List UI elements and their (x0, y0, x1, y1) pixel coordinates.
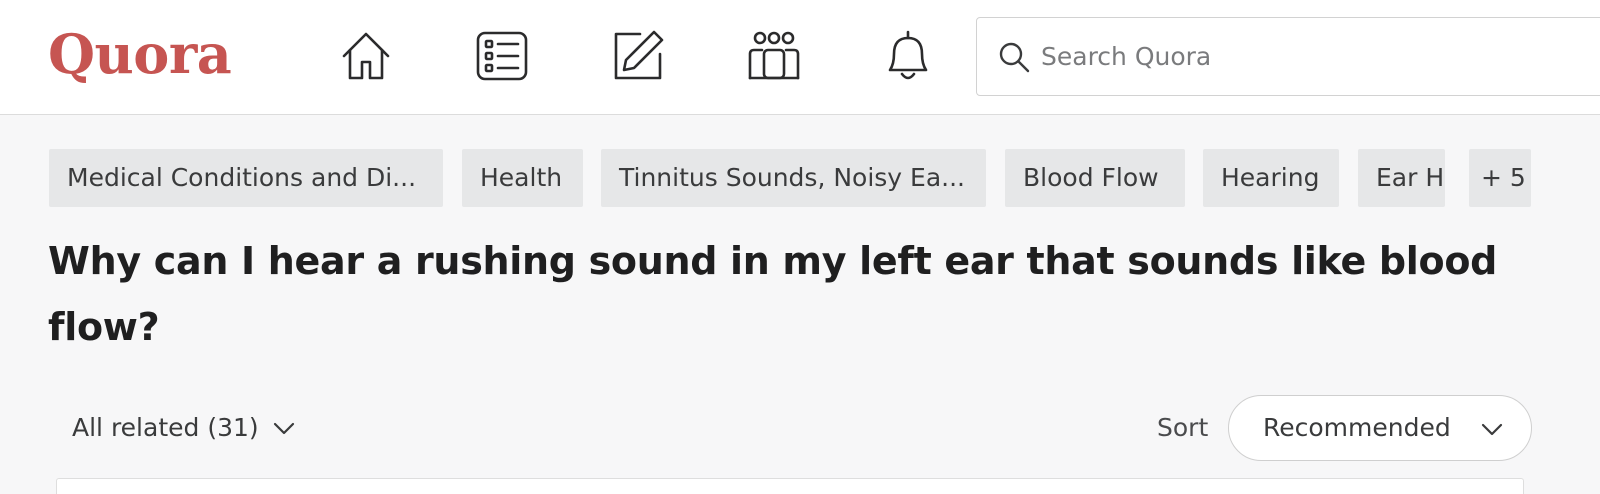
filter-label: All related (31) (72, 413, 259, 442)
topic-tag[interactable]: Medical Conditions and Di... (49, 149, 443, 207)
more-topics-button[interactable]: + 5 (1469, 149, 1531, 207)
following-list-icon[interactable] (474, 28, 530, 84)
chevron-down-icon (273, 422, 294, 435)
notifications-bell-icon[interactable] (880, 28, 936, 84)
topic-tag[interactable]: Blood Flow (1005, 149, 1185, 207)
top-nav-bar: Quora (0, 0, 1600, 115)
question-title: Why can I hear a rushing sound in my lef… (48, 239, 1498, 349)
sort-dropdown[interactable]: Recommended (1228, 395, 1532, 461)
chevron-down-icon (1481, 423, 1503, 436)
answer-card (56, 478, 1524, 494)
answer-edit-icon[interactable] (610, 28, 666, 84)
topic-tag[interactable]: Health (462, 149, 583, 207)
quora-logo[interactable]: Quora (48, 18, 232, 90)
answers-filter-dropdown[interactable]: All related (31) (72, 406, 297, 450)
topic-tag[interactable]: Ear H (1358, 149, 1445, 207)
spaces-icon[interactable] (746, 28, 802, 84)
search-box[interactable] (976, 17, 1600, 96)
topic-tag[interactable]: Tinnitus Sounds, Noisy Ea... (601, 149, 986, 207)
sort-label: Sort (1157, 413, 1209, 442)
sort-value: Recommended (1263, 413, 1451, 442)
search-input[interactable] (1041, 36, 1600, 76)
home-icon[interactable] (338, 28, 394, 84)
topic-tag[interactable]: Hearing (1203, 149, 1339, 207)
search-icon (999, 42, 1030, 73)
